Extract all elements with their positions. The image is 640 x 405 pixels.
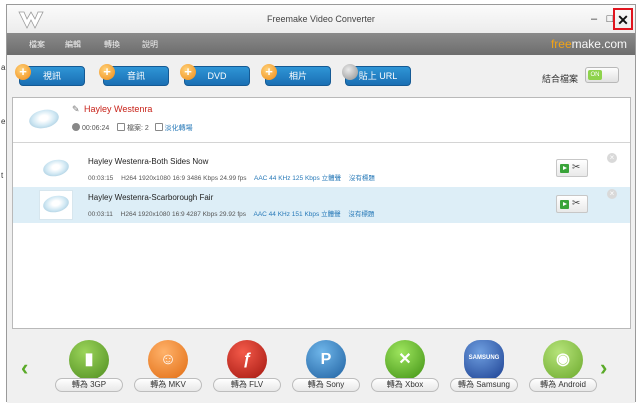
- add-audio-label: 音訊: [126, 71, 145, 81]
- file-duration: 00:03:11: [88, 211, 113, 218]
- menu-bar: 檔案 編輯 轉換 說明 freemake.com: [7, 33, 635, 55]
- conversion-bar: ‹ ▮ 轉為 3GP ☺ 轉為 MKV ƒ 轉為 FLV P 轉為 Sony ✕…: [7, 333, 635, 403]
- remove-file-icon[interactable]: ×: [607, 189, 617, 199]
- file-row-selected[interactable]: Hayley Westenra-Scarborough Fair 00:03:1…: [13, 187, 630, 223]
- transition-icon: [154, 123, 163, 131]
- convert-3gp-button[interactable]: ▮ 轉為 3GP: [55, 340, 123, 398]
- convert-xbox-button[interactable]: ✕ 轉為 Xbox: [371, 340, 439, 398]
- convert-flv-button[interactable]: ƒ 轉為 FLV: [213, 340, 281, 398]
- file-subtitle-link[interactable]: 沒有標題: [348, 211, 374, 218]
- scissors-icon[interactable]: ✂: [572, 162, 580, 173]
- menu-file[interactable]: 檔案: [29, 39, 45, 50]
- convert-sony-label: 轉為 Sony: [292, 378, 360, 392]
- convert-mkv-label: 轉為 MKV: [134, 378, 202, 392]
- file-actions: ✂: [556, 159, 588, 177]
- join-files-toggle[interactable]: ON: [585, 67, 619, 83]
- convert-flv-label: 轉為 FLV: [213, 378, 281, 392]
- group-title[interactable]: Hayley Westenra: [84, 104, 152, 114]
- brand-right: make.com: [571, 37, 627, 51]
- files-icon: [117, 123, 126, 131]
- group-files-count: 檔案: 2: [127, 125, 149, 132]
- disc-icon: [41, 157, 71, 179]
- toolbar: 視訊 + 音訊 + DVD + 相片 + 貼上 URL 結合檔案 ON: [7, 55, 635, 93]
- file-meta: 00:03:15 H264 1920x1080 16:9 3486 Kbps 2…: [88, 172, 381, 182]
- xbox-icon: ✕: [385, 340, 425, 380]
- file-list-panel: ✎ Hayley Westenra 00:06:24 檔案: 2 淡化轉場 Ha…: [12, 97, 631, 329]
- convert-samsung-label: 轉為 Samsung: [450, 378, 518, 392]
- file-meta: 00:03:11 H264 1920x1080 16:9 4287 Kbps 2…: [88, 208, 380, 218]
- scissors-icon[interactable]: ✂: [572, 198, 580, 209]
- convert-android-button[interactable]: ◉ 轉為 Android: [529, 340, 597, 398]
- samsung-logo-text: SAMSUNG: [468, 355, 500, 361]
- convert-sony-button[interactable]: P 轉為 Sony: [292, 340, 360, 398]
- mkv-matryoshka-icon: ☺: [148, 340, 188, 380]
- plus-icon: +: [99, 64, 115, 80]
- brand-left: free: [550, 37, 572, 51]
- samsung-icon: SAMSUNG: [464, 340, 504, 380]
- add-video-label: 視訊: [42, 71, 61, 81]
- file-title: Hayley Westenra-Both Sides Now: [88, 157, 209, 166]
- file-audio-info[interactable]: AAC 44 KHz 125 Kbps 立體聲: [254, 175, 341, 182]
- remove-file-icon[interactable]: ×: [607, 153, 617, 163]
- toggle-state: ON: [588, 70, 602, 80]
- app-window: Freemake Video Converter – □ ✕ 檔案 編輯 轉換 …: [6, 4, 636, 403]
- group-duration: 00:06:24: [82, 125, 110, 132]
- playstation-icon: P: [306, 340, 346, 380]
- menu-convert[interactable]: 轉換: [104, 39, 120, 50]
- menu-help[interactable]: 說明: [142, 39, 158, 50]
- window-title: Freemake Video Converter: [267, 14, 375, 24]
- file-actions: ✂: [556, 195, 588, 213]
- 3gp-phone-icon: ▮: [69, 340, 109, 380]
- file-row[interactable]: Hayley Westenra-Both Sides Now 00:03:15 …: [13, 151, 630, 187]
- brand-link[interactable]: freemake.com: [551, 37, 627, 51]
- file-audio-info[interactable]: AAC 44 KHz 151 Kbps 立體聲: [254, 211, 341, 218]
- add-dvd-label: DVD: [207, 71, 227, 81]
- android-icon: ◉: [543, 340, 583, 380]
- plus-icon: +: [15, 64, 31, 80]
- play-icon[interactable]: [560, 200, 569, 209]
- join-files-label: 結合檔案: [542, 74, 579, 84]
- globe-icon: [342, 64, 358, 80]
- convert-samsung-button[interactable]: SAMSUNG 轉為 Samsung: [450, 340, 518, 398]
- convert-xbox-label: 轉為 Xbox: [371, 378, 439, 392]
- clock-icon: [72, 123, 80, 131]
- disc-icon: [27, 107, 61, 131]
- paste-url-label: 貼上 URL: [358, 71, 398, 81]
- file-video-info: H264 1920x1080 16:9 4287 Kbps 29.92 fps: [120, 211, 247, 218]
- scroll-right-arrow-icon[interactable]: ›: [600, 355, 607, 381]
- scroll-left-arrow-icon[interactable]: ‹: [21, 355, 28, 381]
- minimize-button[interactable]: –: [587, 12, 601, 26]
- plus-icon: +: [180, 64, 196, 80]
- fade-transition-link[interactable]: 淡化轉場: [165, 125, 193, 132]
- play-icon[interactable]: [560, 164, 569, 173]
- group-meta: 00:06:24 檔案: 2 淡化轉場: [72, 123, 193, 133]
- file-video-info: H264 1920x1080 16:9 3486 Kbps 24.99 fps: [121, 175, 247, 182]
- group-row[interactable]: ✎ Hayley Westenra 00:06:24 檔案: 2 淡化轉場: [13, 98, 630, 143]
- close-button[interactable]: ✕: [613, 8, 633, 30]
- plus-icon: +: [261, 64, 277, 80]
- file-subtitle-link[interactable]: 沒有標題: [349, 175, 375, 182]
- file-duration: 00:03:15: [88, 175, 114, 182]
- flash-icon: ƒ: [227, 340, 267, 380]
- add-photo-label: 相片: [288, 71, 307, 81]
- menu-edit[interactable]: 編輯: [65, 39, 81, 50]
- convert-3gp-label: 轉為 3GP: [55, 378, 123, 392]
- title-bar: Freemake Video Converter – □ ✕: [7, 5, 635, 33]
- pencil-icon[interactable]: ✎: [72, 104, 80, 115]
- convert-android-label: 轉為 Android: [529, 378, 597, 392]
- file-title: Hayley Westenra-Scarborough Fair: [88, 193, 214, 202]
- convert-mkv-button[interactable]: ☺ 轉為 MKV: [134, 340, 202, 398]
